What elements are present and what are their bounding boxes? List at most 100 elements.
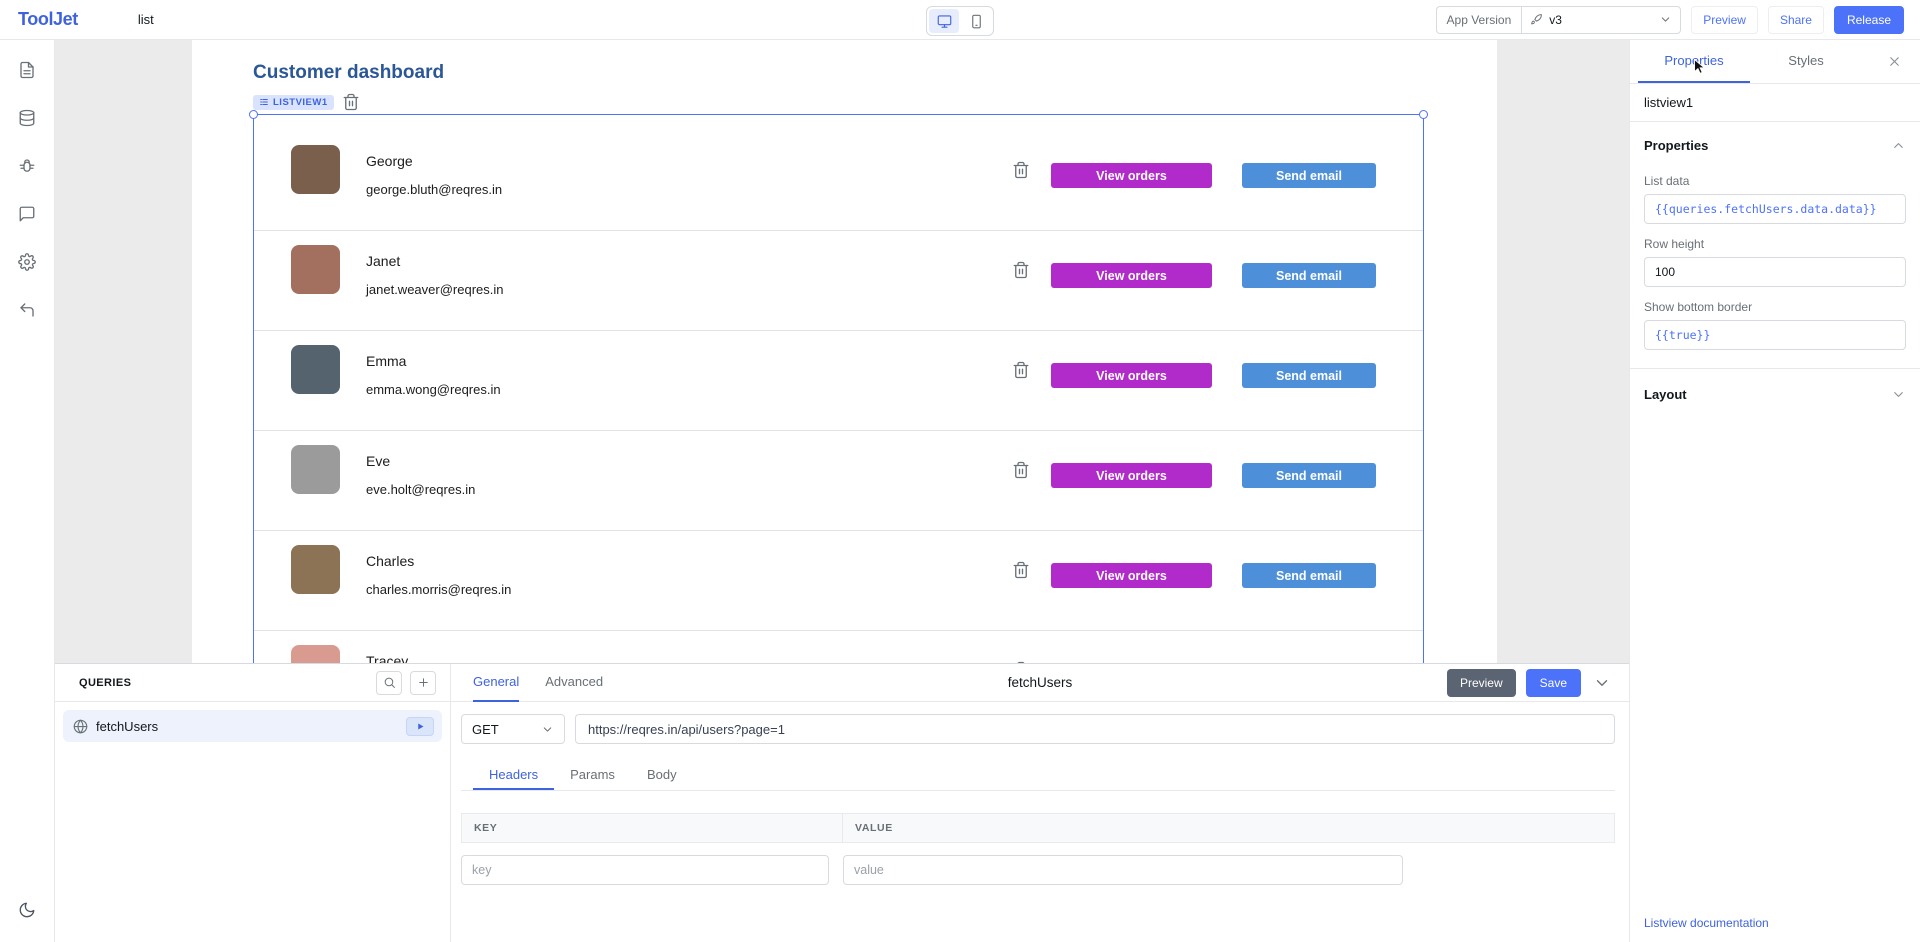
tab-body[interactable]: Body <box>631 760 693 790</box>
sidebar-item-inspector[interactable] <box>9 196 45 232</box>
tab-headers[interactable]: Headers <box>473 760 554 790</box>
properties-section-title: Properties <box>1644 138 1708 153</box>
avatar <box>291 345 340 394</box>
mobile-view-button[interactable] <box>961 9 991 33</box>
listview-icon <box>259 97 269 107</box>
page-title[interactable]: Customer dashboard <box>253 62 444 84</box>
customer-email: charles.morris@reqres.in <box>366 582 511 597</box>
delete-row-icon[interactable] <box>1012 461 1030 479</box>
debugger-icon <box>18 157 36 175</box>
plus-icon <box>417 676 430 689</box>
view-orders-button[interactable]: View orders <box>1051 563 1212 588</box>
list-row[interactable]: Emma emma.wong@reqres.in View orders Sen… <box>254 331 1423 431</box>
add-query-button[interactable] <box>410 671 436 695</box>
list-data-input[interactable] <box>1644 194 1906 224</box>
properties-section-header[interactable]: Properties <box>1630 122 1920 157</box>
chevron-down-icon <box>1659 13 1672 26</box>
search-icon <box>383 676 396 689</box>
customer-name: George <box>366 153 413 169</box>
avatar <box>291 545 340 594</box>
inspector-icon <box>18 205 36 223</box>
show-bottom-border-input[interactable] <box>1644 320 1906 350</box>
tooljet-app-builder: ToolJet list App Version v3 Preview Sh <box>0 0 1920 942</box>
preview-button[interactable]: Preview <box>1691 6 1758 34</box>
sidebar-item-datasources[interactable] <box>9 100 45 136</box>
sidebar-item-settings[interactable] <box>9 244 45 280</box>
delete-row-icon[interactable] <box>1012 261 1030 279</box>
tab-params[interactable]: Params <box>554 760 631 790</box>
row-height-input[interactable] <box>1644 257 1906 287</box>
query-list-panel: QUERIES fetchUsers <box>55 664 451 942</box>
release-button[interactable]: Release <box>1834 6 1904 34</box>
customer-email: george.bluth@reqres.in <box>366 182 502 197</box>
collapse-panel-button[interactable] <box>1591 672 1613 694</box>
tab-general[interactable]: General <box>473 664 519 702</box>
layout-section-header[interactable]: Layout <box>1630 369 1920 406</box>
share-button[interactable]: Share <box>1768 6 1824 34</box>
method-select[interactable]: GET <box>461 714 565 744</box>
properties-fields: List data Row height Show bottom border <box>1630 157 1920 369</box>
app-name[interactable]: list <box>138 12 154 27</box>
desktop-view-button[interactable] <box>929 9 959 33</box>
search-queries-button[interactable] <box>376 671 402 695</box>
send-email-button[interactable]: Send email <box>1242 563 1376 588</box>
query-name: fetchUsers <box>96 719 398 734</box>
play-icon <box>416 722 425 731</box>
list-row[interactable]: George george.bluth@reqres.in View order… <box>254 131 1423 231</box>
query-list-item[interactable]: fetchUsers <box>63 710 442 742</box>
send-email-button[interactable]: Send email <box>1242 463 1376 488</box>
tooljet-logo[interactable]: ToolJet <box>0 9 78 30</box>
list-row[interactable]: Tracey View orders Send email <box>254 631 1423 663</box>
left-sidebar <box>0 40 55 942</box>
query-panel: QUERIES fetchUsers General Advan <box>55 663 1629 942</box>
send-email-button[interactable]: Send email <box>1242 163 1376 188</box>
query-preview-button[interactable]: Preview <box>1447 669 1516 697</box>
value-column-header: VALUE <box>842 813 1615 843</box>
avatar <box>291 245 340 294</box>
view-orders-button[interactable]: View orders <box>1051 463 1212 488</box>
delete-row-icon[interactable] <box>1012 161 1030 179</box>
customer-email: emma.wong@reqres.in <box>366 382 501 397</box>
resize-handle-top-right[interactable] <box>1419 110 1428 119</box>
url-input[interactable] <box>575 714 1615 744</box>
delete-row-icon[interactable] <box>1012 361 1030 379</box>
close-icon <box>1887 54 1902 69</box>
header-key-input[interactable] <box>461 855 829 885</box>
listview-documentation-link[interactable]: Listview documentation <box>1644 916 1769 930</box>
list-row[interactable]: Janet janet.weaver@reqres.in View orders… <box>254 231 1423 331</box>
sidebar-item-debugger[interactable] <box>9 148 45 184</box>
listview-widget[interactable]: George george.bluth@reqres.in View order… <box>253 114 1424 663</box>
close-inspector-button[interactable] <box>1883 50 1906 73</box>
version-dropdown[interactable]: v3 <box>1521 6 1681 34</box>
header-value-input[interactable] <box>843 855 1403 885</box>
chevron-down-icon <box>1891 387 1906 402</box>
tab-advanced[interactable]: Advanced <box>545 664 603 702</box>
send-email-button[interactable]: Send email <box>1242 363 1376 388</box>
list-row[interactable]: Eve eve.holt@reqres.in View orders Send … <box>254 431 1423 531</box>
view-orders-button[interactable]: View orders <box>1051 163 1212 188</box>
desktop-icon <box>937 14 952 29</box>
tab-properties[interactable]: Properties <box>1638 40 1750 83</box>
view-orders-button[interactable]: View orders <box>1051 263 1212 288</box>
view-orders-button[interactable]: View orders <box>1051 363 1212 388</box>
delete-widget-icon[interactable] <box>342 93 360 111</box>
field-label: List data <box>1644 174 1906 188</box>
app-canvas[interactable]: Customer dashboard LISTVIEW1 George geor… <box>192 40 1497 663</box>
delete-row-icon[interactable] <box>1012 561 1030 579</box>
rocket-icon <box>1530 13 1543 26</box>
theme-toggle-button[interactable] <box>9 892 45 928</box>
sidebar-item-undo[interactable] <box>9 292 45 328</box>
widget-badge[interactable]: LISTVIEW1 <box>253 95 334 110</box>
run-query-button[interactable] <box>406 717 434 736</box>
list-row[interactable]: Charles charles.morris@reqres.in View or… <box>254 531 1423 631</box>
queries-title: QUERIES <box>79 677 131 689</box>
send-email-button[interactable]: Send email <box>1242 263 1376 288</box>
rest-api-icon <box>73 719 88 734</box>
tab-styles[interactable]: Styles <box>1750 40 1862 83</box>
top-header: ToolJet list App Version v3 Preview Sh <box>0 0 1920 40</box>
avatar <box>291 445 340 494</box>
query-editor-header: General Advanced fetchUsers Preview Save <box>451 664 1629 702</box>
query-save-button[interactable]: Save <box>1526 669 1581 697</box>
sidebar-item-pages[interactable] <box>9 52 45 88</box>
resize-handle-top-left[interactable] <box>249 110 258 119</box>
